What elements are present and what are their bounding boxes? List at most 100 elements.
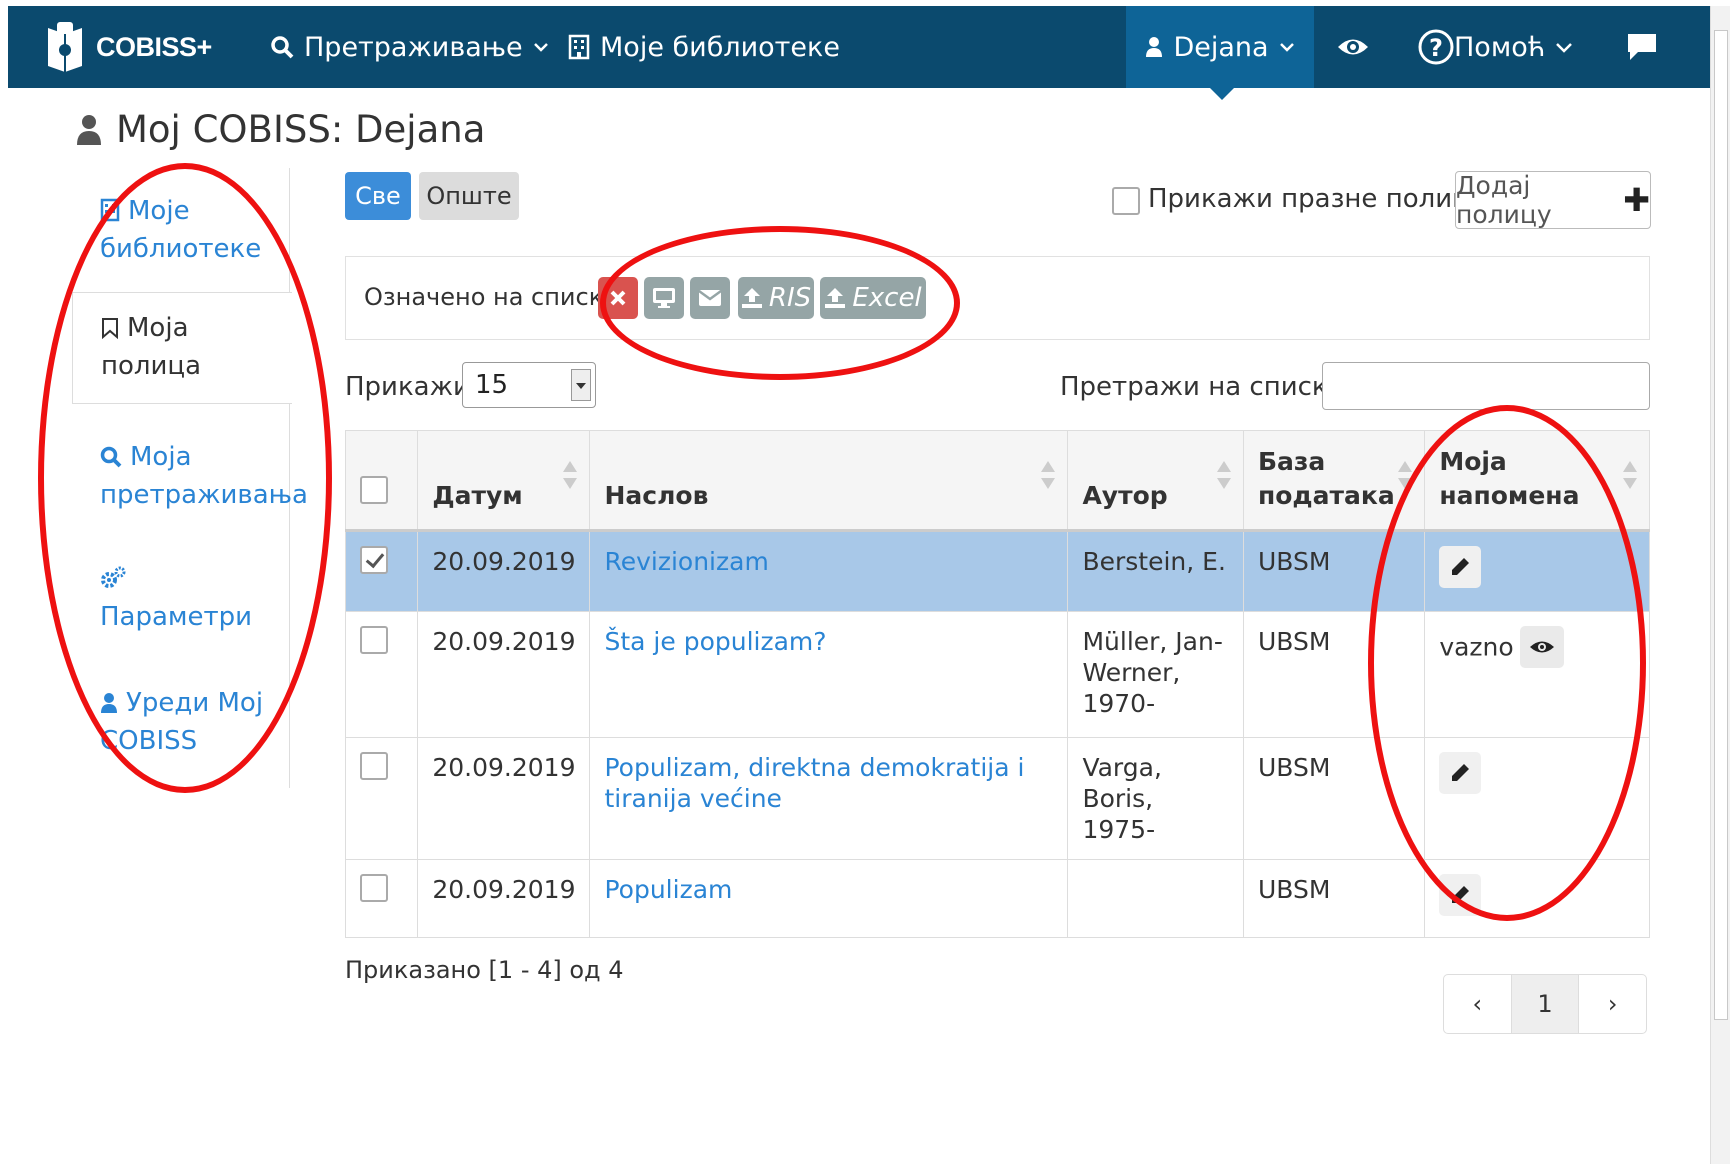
upload-icon [741, 288, 762, 308]
table-row[interactable]: 20.09.2019 Populizam, direktna demokrati… [344, 737, 1650, 860]
row-checkbox[interactable] [360, 626, 388, 654]
book-logo-icon [48, 22, 82, 72]
pencil-icon [1452, 764, 1470, 781]
column-header-note[interactable]: Моја напомена [1424, 430, 1650, 532]
export-excel-button[interactable]: Excel [820, 277, 926, 319]
author-cell: Berstein, E. [1067, 530, 1244, 612]
page-title: Moj COBISS: Dejana [76, 108, 485, 151]
nav-feedback-button[interactable] [1626, 6, 1658, 88]
page-button[interactable]: 1 [1511, 975, 1580, 1033]
nav-search-menu[interactable]: Претраживање [270, 6, 549, 88]
column-header-date[interactable]: Датум [417, 430, 591, 532]
select-all-checkbox[interactable] [360, 476, 388, 504]
logo-text: COBISS+ [96, 31, 212, 62]
email-marked-button[interactable] [690, 277, 730, 319]
sidebar-item-label: Моје библиотеке [100, 196, 262, 264]
title-link[interactable]: Revizionizam [604, 547, 768, 576]
title-cell: Šta je populizam? [589, 611, 1069, 738]
sidebar-item-my-shelf[interactable]: Моја полица [72, 292, 292, 404]
svg-text:?: ? [1429, 34, 1443, 62]
title-cell: Populizam, direktna demokratija i tirani… [589, 737, 1069, 860]
sidebar-item-edit-my-cobiss[interactable]: Уреди Мој COBISS [72, 684, 290, 760]
table-row[interactable]: 20.09.2019 Revizionizam Berstein, E. UBS… [344, 530, 1650, 612]
column-header-author[interactable]: Аутор [1067, 430, 1244, 532]
add-shelf-label: Додај полицу [1456, 171, 1552, 229]
sidebar-item-label: Параметри [100, 602, 253, 632]
pagination: ‹ 1 › [1443, 974, 1647, 1034]
gears-icon [101, 566, 126, 588]
database-cell: UBSM [1242, 737, 1426, 860]
comment-icon [1628, 34, 1656, 60]
sort-icon [1623, 461, 1637, 495]
user-icon [77, 114, 101, 145]
page-length-value: 15 [475, 370, 509, 400]
next-page-button[interactable]: › [1579, 975, 1646, 1033]
sidebar-item-parameters[interactable]: Параметри [72, 560, 290, 636]
sort-icon [563, 461, 578, 495]
nav-accessibility-button[interactable] [1336, 6, 1370, 88]
table-row[interactable]: 20.09.2019 Populizam UBSM [344, 859, 1650, 938]
edit-note-button[interactable] [1439, 752, 1482, 794]
show-empty-shelves-checkbox[interactable] [1112, 187, 1140, 215]
dropdown-arrow-icon [571, 369, 591, 401]
sidebar-item-my-libraries[interactable]: Моје библиотеке [72, 192, 290, 268]
nav-user-menu[interactable]: Dejana [1126, 6, 1314, 100]
pencil-icon [1452, 558, 1470, 575]
eye-icon [1338, 39, 1368, 55]
view-note-button[interactable] [1519, 626, 1564, 668]
column-header-title[interactable]: Наслов [589, 430, 1069, 532]
sort-icon [1216, 461, 1231, 495]
shelf-general-button[interactable]: Опште [419, 172, 519, 220]
export-ris-button[interactable]: RIS [738, 277, 814, 319]
row-checkbox[interactable] [360, 546, 388, 574]
delete-marked-button[interactable] [598, 277, 638, 319]
row-select-cell [344, 611, 419, 738]
database-cell: UBSM [1242, 859, 1426, 938]
title-link[interactable]: Šta je populizam? [604, 627, 826, 656]
page-scrollbar[interactable] [1710, 6, 1730, 1164]
nav-my-libraries[interactable]: Моје библиотеке [568, 6, 840, 88]
sort-icon [1041, 461, 1056, 495]
chevron-down-icon [1279, 43, 1294, 52]
column-header-database[interactable]: База података [1242, 430, 1426, 532]
edit-note-button[interactable] [1439, 546, 1482, 588]
sidebar-item-label: Уреди Мој COBISS [100, 688, 264, 756]
page-length-select[interactable]: 15 [462, 362, 596, 408]
database-cell: UBSM [1242, 530, 1426, 612]
list-search-input[interactable] [1322, 362, 1650, 410]
nav-help-menu[interactable]: ? Помоћ [1418, 6, 1573, 88]
close-icon [610, 290, 626, 306]
shelf-all-button[interactable]: Све [345, 172, 411, 220]
previous-page-button[interactable]: ‹ [1444, 975, 1512, 1033]
database-cell: UBSM [1242, 611, 1426, 738]
search-icon [100, 446, 122, 468]
page-length-label: Прикажи [345, 372, 470, 402]
question-circle-icon: ? [1418, 29, 1454, 65]
edit-note-button[interactable] [1439, 874, 1482, 916]
chevron-down-icon [533, 43, 548, 52]
export-excel-label: Excel [852, 283, 922, 313]
eye-icon [1529, 641, 1554, 653]
author-cell [1067, 859, 1244, 938]
upload-icon [825, 288, 846, 308]
marked-label: Означено на списку [364, 283, 618, 311]
display-marked-button[interactable] [644, 277, 684, 319]
nav-help-label: Помоћ [1454, 31, 1546, 63]
row-checkbox[interactable] [360, 874, 388, 902]
show-empty-shelves-label: Прикажи празне полице [1148, 184, 1486, 214]
nav-search-label: Претраживање [304, 31, 523, 63]
title-link[interactable]: Populizam [604, 875, 732, 904]
table-header-row: Датум Наслов Аутор База података Моја на… [344, 430, 1650, 532]
table-row[interactable]: 20.09.2019 Šta je populizam? Müller, Jan… [344, 611, 1650, 738]
sidebar-item-label: Моја претраживања [100, 442, 308, 510]
column-header-label: Аутор [1082, 481, 1168, 510]
note-cell [1424, 859, 1650, 938]
row-checkbox[interactable] [360, 752, 388, 780]
scrollbar-thumb[interactable] [1714, 30, 1728, 1020]
chevron-down-icon [1556, 43, 1573, 53]
sidebar-item-my-searches[interactable]: Моја претраживања [72, 438, 308, 514]
cobiss-logo[interactable]: COBISS+ [44, 6, 212, 88]
title-link[interactable]: Populizam, direktna demokratija i tirani… [604, 753, 1024, 813]
add-shelf-button[interactable]: Додај полицу ✚ [1455, 171, 1651, 229]
nav-my-libraries-label: Моје библиотеке [600, 31, 840, 63]
